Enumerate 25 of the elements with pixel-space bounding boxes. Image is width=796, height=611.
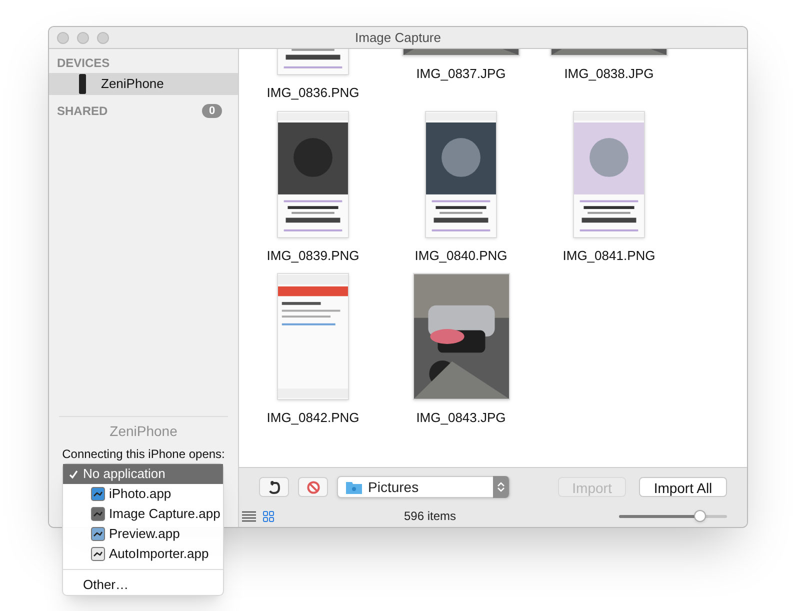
item-count: 596 items [404,508,456,525]
device-item[interactable]: ZeniPhone [49,73,238,95]
section-heading: DEVICES [56,55,111,72]
menu-item[interactable]: iPhoto.app [63,484,223,504]
window-title: Image Capture [355,28,441,47]
menu-item[interactable]: Other… [63,575,223,595]
section-heading: SHARED [57,103,108,120]
device-name: ZeniPhone [110,422,178,441]
menu-item[interactable]: No application [63,464,223,484]
file-name: IMG_0838.JPG [564,65,654,83]
file-name: IMG_0840.PNG [414,246,508,265]
import-all-button[interactable]: Import All [639,477,727,497]
file-name: IMG_0837.JPG [416,65,506,83]
count-badge: 0 [202,104,222,118]
file-name: IMG_0836.PNG [266,84,360,102]
file-name: IMG_0841.PNG [562,246,656,265]
file-name: IMG_0839.PNG [266,246,360,265]
folder-name: Pictures [368,478,420,496]
folder-select[interactable]: Pictures [337,476,510,498]
file-name: IMG_0842.PNG [266,409,360,427]
menu-item[interactable]: AutoImporter.app [63,544,223,564]
menu-item[interactable]: Image Capture.app [63,504,223,524]
connect-prompt: Connecting this iPhone opens: [62,446,225,463]
menu-item[interactable]: Preview.app [63,524,223,544]
file-name: IMG_0843.JPG [416,409,506,427]
